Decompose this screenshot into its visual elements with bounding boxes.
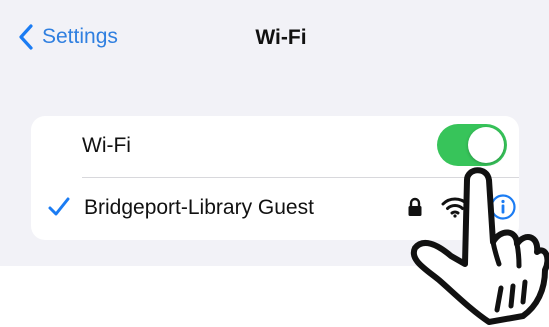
network-row-connected[interactable]: Bridgeport-Library Guest: [31, 178, 519, 240]
info-icon[interactable]: [489, 193, 517, 221]
checkmark-icon: [48, 197, 70, 216]
wifi-toggle[interactable]: [437, 124, 507, 166]
wifi-list-card: Wi-Fi Bridgeport-Library Guest: [31, 116, 519, 240]
wifi-toggle-label: Wi-Fi: [82, 134, 131, 157]
toggle-knob: [468, 127, 504, 163]
wifi-settings-screen: Settings Wi-Fi Wi-Fi Bridgeport-Library …: [0, 0, 549, 327]
back-button-label: Settings: [42, 25, 118, 48]
network-name: Bridgeport-Library Guest: [84, 196, 314, 219]
wifi-icon: [441, 197, 469, 218]
page-title: Wi-Fi: [255, 26, 307, 49]
wifi-toggle-row: Wi-Fi: [31, 116, 519, 178]
chevron-left-icon: [19, 24, 33, 50]
back-button[interactable]: Settings: [18, 22, 118, 52]
lock-icon: [408, 197, 422, 216]
